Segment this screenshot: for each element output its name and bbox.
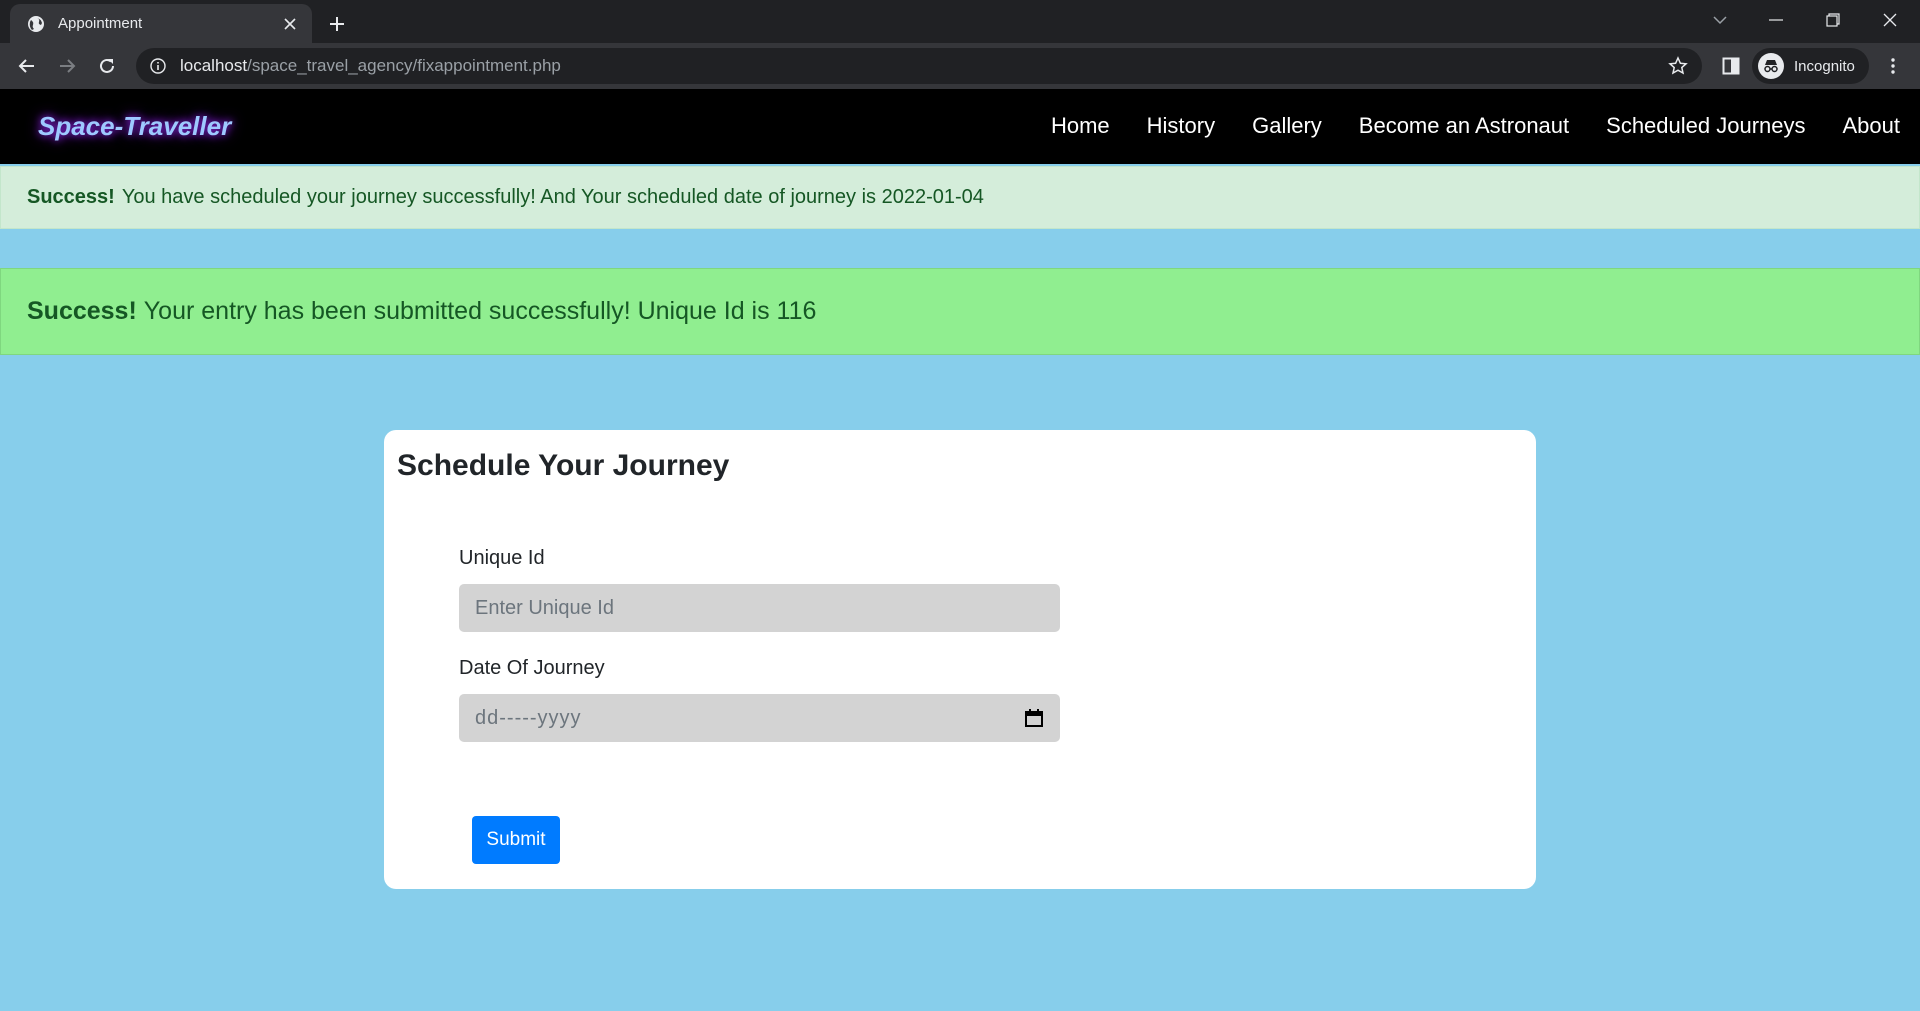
nav-links: Home History Gallery Become an Astronaut… <box>1051 113 1900 139</box>
new-tab-icon[interactable] <box>323 10 351 38</box>
reload-icon[interactable] <box>92 51 122 81</box>
schedule-form-card: Schedule Your Journey Unique Id Date Of … <box>384 430 1536 889</box>
globe-icon <box>28 15 44 32</box>
nav-link-history[interactable]: History <box>1147 113 1215 139</box>
browser-tab[interactable]: Appointment <box>10 4 312 43</box>
browser-menu-icon[interactable] <box>1880 53 1906 79</box>
browser-toolbar: localhost/space_travel_agency/fixappoint… <box>0 43 1920 89</box>
bookmark-star-icon[interactable] <box>1668 56 1688 76</box>
url-text: localhost/space_travel_agency/fixappoint… <box>180 56 561 76</box>
alert-strong: Success! <box>27 297 137 325</box>
url-host: localhost <box>180 56 248 75</box>
alert-strong: Success! <box>27 186 115 208</box>
address-bar[interactable]: localhost/space_travel_agency/fixappoint… <box>136 48 1702 84</box>
nav-link-about[interactable]: About <box>1843 113 1901 139</box>
entry-success-alert: Success! Your entry has been submitted s… <box>0 268 1920 355</box>
alert-message: Your entry has been submitted successful… <box>143 297 817 325</box>
back-icon[interactable] <box>12 51 42 81</box>
submit-button[interactable]: Submit <box>472 816 560 864</box>
date-of-journey-label: Date Of Journey <box>459 657 605 679</box>
schedule-success-alert: Success! You have scheduled your journey… <box>0 166 1920 229</box>
unique-id-input[interactable] <box>459 584 1060 632</box>
incognito-profile[interactable]: Incognito <box>1752 48 1869 84</box>
date-placeholder: dd-----yyyy <box>475 706 582 729</box>
nav-link-scheduled-journeys[interactable]: Scheduled Journeys <box>1606 113 1805 139</box>
incognito-icon <box>1758 53 1784 79</box>
brand-logo[interactable]: Space-Traveller <box>38 111 231 142</box>
alert-message: You have scheduled your journey successf… <box>121 186 984 208</box>
browser-tab-strip: Appointment <box>0 0 1920 43</box>
date-of-journey-input[interactable]: dd-----yyyy <box>459 694 1060 742</box>
url-path: /space_travel_agency/fixappointment.php <box>247 56 561 75</box>
site-info-icon[interactable] <box>150 58 166 74</box>
incognito-label: Incognito <box>1794 57 1855 75</box>
unique-id-label: Unique Id <box>459 547 545 569</box>
close-tab-icon[interactable] <box>280 14 300 34</box>
tab-title: Appointment <box>58 15 143 32</box>
forward-icon[interactable] <box>52 51 82 81</box>
form-title: Schedule Your Journey <box>397 449 730 482</box>
close-window-icon[interactable] <box>1870 6 1910 34</box>
minimize-icon[interactable] <box>1756 6 1796 34</box>
nav-link-gallery[interactable]: Gallery <box>1252 113 1322 139</box>
restore-icon[interactable] <box>1813 6 1853 34</box>
tab-search-icon[interactable] <box>1700 6 1740 34</box>
nav-link-home[interactable]: Home <box>1051 113 1110 139</box>
nav-link-become-astronaut[interactable]: Become an Astronaut <box>1359 113 1569 139</box>
calendar-icon[interactable] <box>1024 708 1044 728</box>
side-panel-icon[interactable] <box>1718 53 1744 79</box>
site-navbar: Space-Traveller Home History Gallery Bec… <box>0 89 1920 164</box>
